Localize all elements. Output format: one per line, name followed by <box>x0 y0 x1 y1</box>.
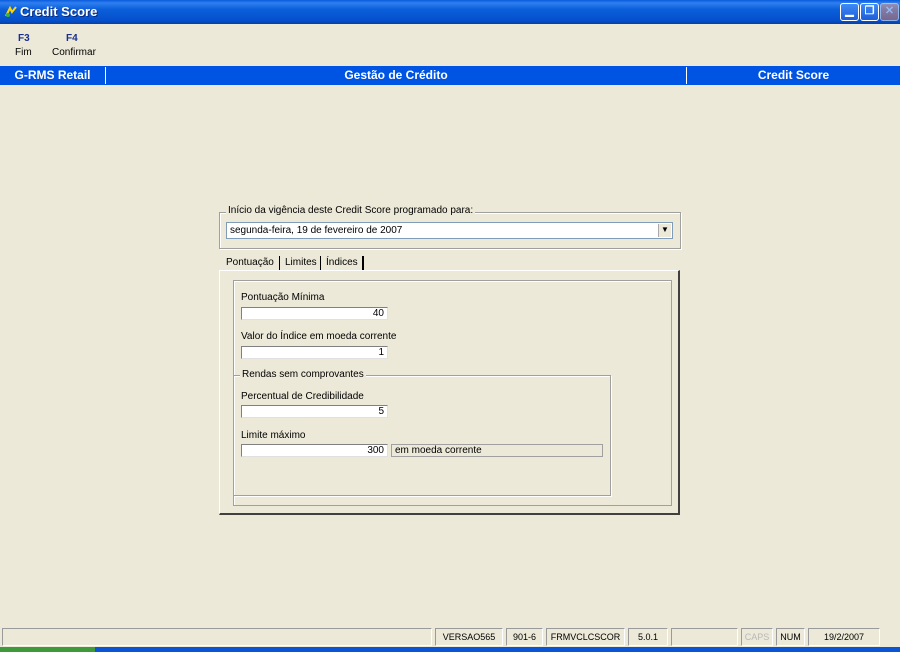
status-release: 5.0.1 <box>628 628 668 646</box>
status-message <box>2 628 432 646</box>
window-title: Credit Score <box>20 4 98 19</box>
vigencia-date-select[interactable]: segunda-feira, 19 de fevereiro de 2007 ▼ <box>226 222 673 239</box>
chevron-down-icon: ▼ <box>661 225 669 234</box>
pontuacao-minima-field[interactable]: 40 <box>241 307 388 320</box>
percentual-field[interactable]: 5 <box>241 405 388 418</box>
restore-button[interactable]: ❐ <box>860 3 879 21</box>
close-button[interactable]: ✕ <box>880 3 899 21</box>
title-bar[interactable]: Credit Score ▁ ❐ ✕ <box>0 0 900 24</box>
fkey-label: Confirmar <box>52 47 96 58</box>
tab-divider <box>320 256 321 270</box>
start-button-edge[interactable] <box>0 647 95 652</box>
status-empty <box>671 628 738 646</box>
fkey-fim-button[interactable]: F3 Fim <box>15 33 32 58</box>
fkey-label: Fim <box>15 47 32 58</box>
status-version: VERSAO565 <box>435 628 503 646</box>
taskbar-strip <box>0 647 900 652</box>
minimize-icon: ▁ <box>845 5 854 17</box>
tab-pontuacao[interactable]: Pontuação <box>226 256 274 270</box>
restore-icon: ❐ <box>864 5 875 17</box>
vigencia-legend: Início da vigência deste Credit Score pr… <box>226 205 476 216</box>
status-date: 19/2/2007 <box>808 628 880 646</box>
status-caps: CAPS <box>741 628 773 646</box>
minimize-button[interactable]: ▁ <box>840 3 859 21</box>
status-num: NUM <box>776 628 805 646</box>
pontuacao-minima-label: Pontuação Mínima <box>241 292 325 303</box>
rendas-legend: Rendas sem comprovantes <box>240 369 366 380</box>
limite-field[interactable]: 300 <box>241 444 388 457</box>
module-header: G-RMS Retail Gestão de Crédito Credit Sc… <box>0 66 900 85</box>
tab-divider <box>279 256 280 270</box>
limite-unit: em moeda corrente <box>391 444 603 457</box>
valor-indice-label: Valor do Índice em moeda corrente <box>241 331 397 342</box>
status-form: FRMVCLCSCOR <box>546 628 625 646</box>
fkey-confirmar-button[interactable]: F4 Confirmar <box>52 33 96 58</box>
header-product: G-RMS Retail <box>14 68 91 82</box>
header-screen: Credit Score <box>757 68 830 82</box>
tab-divider <box>362 256 364 270</box>
tab-indices[interactable]: Índices <box>326 256 358 270</box>
dropdown-button[interactable]: ▼ <box>658 224 671 237</box>
status-code: 901-6 <box>506 628 543 646</box>
tab-limites[interactable]: Limites <box>285 256 317 270</box>
percentual-label: Percentual de Credibilidade <box>241 391 364 402</box>
fkey-code: F3 <box>18 33 30 44</box>
valor-indice-field[interactable]: 1 <box>241 346 388 359</box>
app-icon <box>5 5 17 17</box>
limite-label: Limite máximo <box>241 430 306 441</box>
header-module: Gestão de Crédito <box>344 68 448 82</box>
close-icon: ✕ <box>884 5 895 17</box>
fkey-code: F4 <box>66 33 78 44</box>
vigencia-date-value: segunda-feira, 19 de fevereiro de 2007 <box>230 225 403 236</box>
